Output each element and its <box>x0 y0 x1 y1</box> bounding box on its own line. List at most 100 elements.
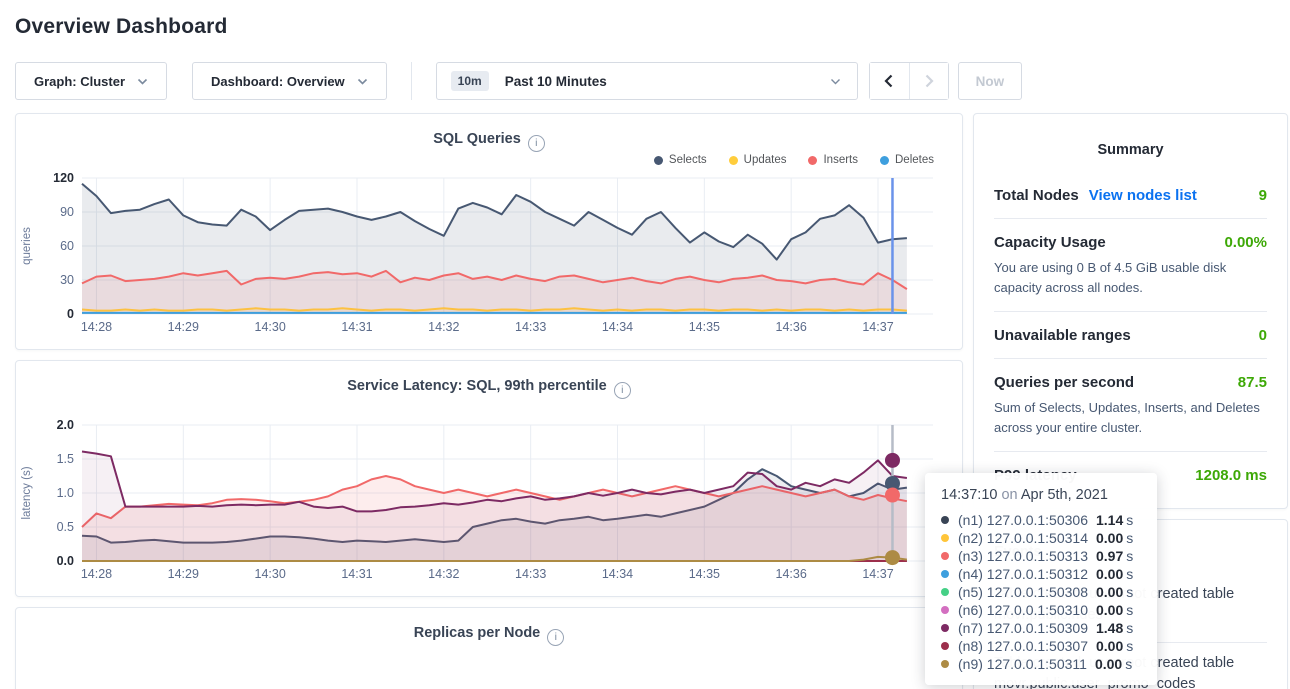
page-title: Overview Dashboard <box>15 15 1290 39</box>
summary-row: Unavailable ranges 0 <box>994 312 1267 359</box>
svg-text:14:30: 14:30 <box>255 567 286 581</box>
summary-value: 1208.0 ms <box>1195 467 1267 484</box>
controls-divider <box>411 62 412 100</box>
chevron-left-icon <box>883 74 895 88</box>
tooltip-timestamp: 14:37:10 on Apr 5th, 2021 <box>941 487 1141 503</box>
summary-link[interactable]: View nodes list <box>1089 187 1197 204</box>
svg-text:14:34: 14:34 <box>602 320 633 334</box>
summary-row: Total NodesView nodes list9 <box>994 172 1267 219</box>
chart-title: Service Latency: SQL, 99th percentilei <box>16 378 962 399</box>
dashboard-dropdown[interactable]: Dashboard: Overview <box>192 62 387 100</box>
tooltip-row: (n8) 127.0.0.1:503070.00s <box>941 637 1141 655</box>
tooltip-row: (n7) 127.0.0.1:503091.48s <box>941 619 1141 637</box>
svg-text:latency (s): latency (s) <box>21 466 33 519</box>
tooltip-value: 0.00 <box>1096 530 1123 546</box>
graph-dropdown[interactable]: Graph: Cluster <box>15 62 167 100</box>
summary-value: 87.5 <box>1238 374 1267 391</box>
chevron-down-icon <box>830 76 841 87</box>
time-step-buttons <box>869 62 949 100</box>
tooltip-row: (n2) 127.0.0.1:503140.00s <box>941 529 1141 547</box>
svg-text:60: 60 <box>60 239 74 253</box>
svg-text:120: 120 <box>53 171 74 185</box>
legend-label: Selects <box>669 154 707 166</box>
svg-text:0.0: 0.0 <box>57 554 74 568</box>
summary-value: 0.00% <box>1224 234 1267 251</box>
svg-text:0.5: 0.5 <box>57 520 74 534</box>
tooltip-node-label: (n7) 127.0.0.1:50309 <box>958 620 1088 636</box>
time-range-label: Past 10 Minutes <box>505 74 607 89</box>
tooltip-row: (n5) 127.0.0.1:503080.00s <box>941 583 1141 601</box>
summary-label: Unavailable ranges <box>994 327 1131 344</box>
tooltip-value: 0.00 <box>1096 584 1123 600</box>
series-color-dot <box>941 588 949 596</box>
summary-label: Capacity Usage <box>994 234 1106 251</box>
chevron-right-icon <box>923 74 935 88</box>
tooltip-node-label: (n3) 127.0.0.1:50313 <box>958 548 1088 564</box>
time-range-selector[interactable]: 10m Past 10 Minutes <box>436 62 858 100</box>
tooltip-value: 0.00 <box>1096 566 1123 582</box>
svg-text:14:35: 14:35 <box>689 320 720 334</box>
tooltip-value: 0.00 <box>1095 656 1122 672</box>
tooltip-row: (n6) 127.0.0.1:503100.00s <box>941 601 1141 619</box>
svg-text:14:29: 14:29 <box>168 567 199 581</box>
legend-item[interactable]: Deletes <box>880 154 934 166</box>
svg-text:14:29: 14:29 <box>168 320 199 334</box>
legend-dot <box>808 156 817 165</box>
svg-text:14:31: 14:31 <box>341 320 372 334</box>
sql-queries-panel: SQL Queriesi SelectsUpdatesInsertsDelete… <box>15 113 963 350</box>
tooltip-value: 0.97 <box>1096 548 1123 564</box>
svg-text:14:37: 14:37 <box>862 320 893 334</box>
tooltip-value: 1.48 <box>1096 620 1123 636</box>
svg-text:14:30: 14:30 <box>255 320 286 334</box>
summary-subtext: You are using 0 B of 4.5 GiB usable disk… <box>994 258 1267 297</box>
summary-subtext: Sum of Selects, Updates, Inserts, and De… <box>994 398 1267 437</box>
latency-chart[interactable]: 0.00.51.01.52.014:2814:2914:3014:3114:32… <box>16 417 946 589</box>
svg-text:14:36: 14:36 <box>776 567 807 581</box>
svg-text:2.0: 2.0 <box>57 418 74 432</box>
overview-dashboard-page: Overview Dashboard Graph: Cluster Dashbo… <box>0 0 1290 689</box>
now-button[interactable]: Now <box>958 62 1023 100</box>
svg-text:14:32: 14:32 <box>428 320 459 334</box>
legend-item[interactable]: Inserts <box>808 154 858 166</box>
series-color-dot <box>941 570 949 578</box>
summary-value: 0 <box>1259 327 1267 344</box>
svg-text:14:28: 14:28 <box>81 567 112 581</box>
summary-row: Capacity Usage 0.00% You are using 0 B of … <box>994 219 1267 312</box>
chart-title: Replicas per Nodei <box>16 625 962 646</box>
dashboard-dropdown-label: Dashboard: Overview <box>211 74 345 89</box>
summary-value: 9 <box>1259 187 1267 204</box>
tooltip-node-label: (n8) 127.0.0.1:50307 <box>958 638 1088 654</box>
legend-label: Deletes <box>895 154 934 166</box>
tooltip-node-label: (n4) 127.0.0.1:50312 <box>958 566 1088 582</box>
sql-queries-chart[interactable]: 030609012014:2814:2914:3014:3114:3214:33… <box>16 170 946 342</box>
info-icon[interactable]: i <box>528 135 545 152</box>
legend-label: Inserts <box>823 154 858 166</box>
graph-dropdown-label: Graph: Cluster <box>34 74 125 89</box>
tooltip-node-label: (n9) 127.0.0.1:50311 <box>958 656 1087 672</box>
svg-text:14:32: 14:32 <box>428 567 459 581</box>
chart-tooltip: 14:37:10 on Apr 5th, 2021 (n1) 127.0.0.1… <box>925 473 1157 685</box>
info-icon[interactable]: i <box>547 629 564 646</box>
svg-text:14:36: 14:36 <box>776 320 807 334</box>
legend-item[interactable]: Selects <box>654 154 707 166</box>
tooltip-value: 0.00 <box>1096 602 1123 618</box>
svg-text:1.5: 1.5 <box>57 452 74 466</box>
legend-item[interactable]: Updates <box>729 154 787 166</box>
series-color-dot <box>941 552 949 560</box>
summary-label: Queries per second <box>994 374 1134 391</box>
legend-label: Updates <box>744 154 787 166</box>
time-range-badge: 10m <box>451 71 489 91</box>
svg-text:14:34: 14:34 <box>602 567 633 581</box>
series-color-dot <box>941 606 949 614</box>
time-prev-button[interactable] <box>870 63 909 99</box>
svg-text:14:35: 14:35 <box>689 567 720 581</box>
tooltip-node-label: (n5) 127.0.0.1:50308 <box>958 584 1088 600</box>
tooltip-row: (n9) 127.0.0.1:503110.00s <box>941 655 1141 673</box>
time-next-button[interactable] <box>909 63 948 99</box>
replicas-chart[interactable] <box>16 664 946 689</box>
series-color-dot <box>941 534 949 542</box>
svg-text:90: 90 <box>60 205 74 219</box>
tooltip-node-label: (n1) 127.0.0.1:50306 <box>958 512 1088 528</box>
info-icon[interactable]: i <box>614 382 631 399</box>
tooltip-row: (n1) 127.0.0.1:503061.14s <box>941 511 1141 529</box>
